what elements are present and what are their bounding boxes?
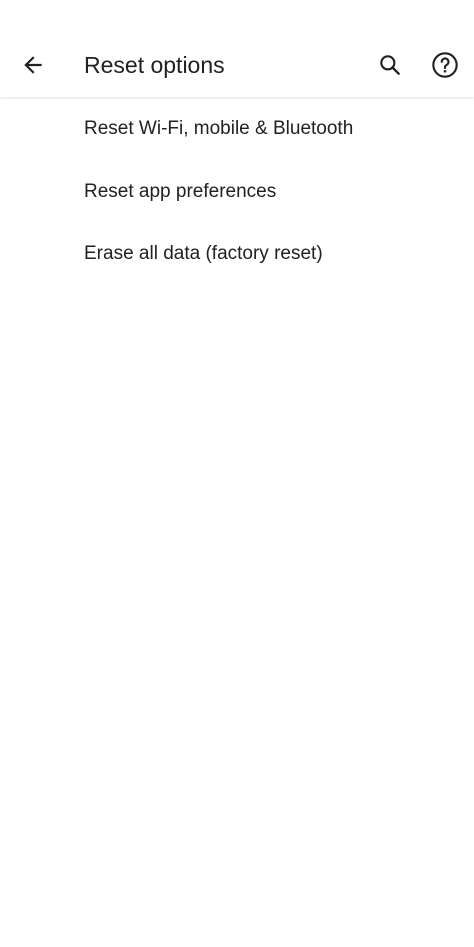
option-reset-app-preferences[interactable]: Reset app preferences xyxy=(0,161,474,223)
option-reset-network[interactable]: Reset Wi-Fi, mobile & Bluetooth xyxy=(0,97,474,161)
arrow-back-icon xyxy=(24,56,42,74)
help-circle-icon xyxy=(432,52,458,78)
option-factory-reset[interactable]: Erase all data (factory reset) xyxy=(0,223,474,285)
option-label: Reset app preferences xyxy=(84,181,277,202)
back-button[interactable] xyxy=(9,41,57,89)
option-label: Erase all data (factory reset) xyxy=(84,243,323,264)
app-bar: Reset options xyxy=(0,0,474,97)
help-button[interactable] xyxy=(421,41,469,89)
reset-options-list: Reset Wi-Fi, mobile & Bluetooth Reset ap… xyxy=(0,97,474,285)
search-icon xyxy=(380,55,400,75)
option-label: Reset Wi-Fi, mobile & Bluetooth xyxy=(84,118,354,139)
search-button[interactable] xyxy=(366,41,414,89)
page-title: Reset options xyxy=(84,52,225,78)
reset-options-screen: Reset options Reset Wi-Fi, mobile & Blue… xyxy=(0,0,474,947)
